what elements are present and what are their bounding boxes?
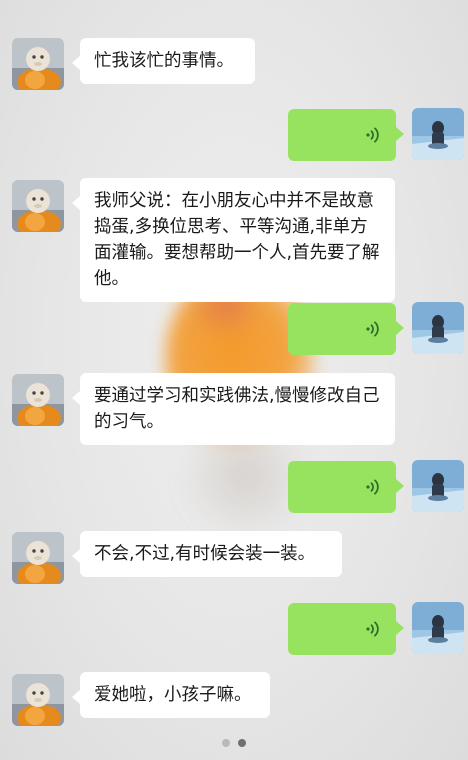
voice-message-bubble[interactable]: [288, 603, 404, 655]
avatar-left[interactable]: [12, 374, 64, 426]
avatar-left[interactable]: [12, 38, 64, 90]
message-text: 不会,不过,有时候会装一装。: [94, 544, 316, 564]
voice-message-bubble[interactable]: [288, 303, 404, 355]
voice-message-bubble[interactable]: [288, 109, 404, 161]
message-text: 要通过学习和实践佛法,慢慢修改自己的习气。: [94, 386, 380, 432]
message-text: 爱她啦，小孩子嘛。: [94, 685, 252, 705]
message-text: 忙我该忙的事情。: [94, 51, 234, 71]
avatar-right[interactable]: [412, 602, 464, 654]
voice-message-bubble[interactable]: [288, 461, 404, 513]
avatar-right[interactable]: [412, 108, 464, 160]
message-bubble-received[interactable]: 我师父说：在小朋友心中并不是故意捣蛋,多换位思考、平等沟通,非单方面灌输。要想帮…: [72, 178, 395, 302]
avatar-right[interactable]: [412, 460, 464, 512]
page-dot[interactable]: [222, 739, 230, 747]
voice-wave-icon: [362, 618, 384, 640]
avatar-left[interactable]: [12, 674, 64, 726]
page-dot-active[interactable]: [238, 739, 246, 747]
voice-wave-icon: [362, 124, 384, 146]
page-indicator[interactable]: [222, 739, 246, 747]
message-bubble-received[interactable]: 忙我该忙的事情。: [72, 38, 255, 84]
voice-wave-icon: [362, 318, 384, 340]
message-bubble-received[interactable]: 爱她啦，小孩子嘛。: [72, 672, 270, 718]
voice-wave-icon: [362, 476, 384, 498]
avatar-left[interactable]: [12, 532, 64, 584]
avatar-left[interactable]: [12, 180, 64, 232]
message-bubble-received[interactable]: 要通过学习和实践佛法,慢慢修改自己的习气。: [72, 373, 395, 445]
message-text: 我师父说：在小朋友心中并不是故意捣蛋,多换位思考、平等沟通,非单方面灌输。要想帮…: [94, 191, 380, 289]
message-bubble-received[interactable]: 不会,不过,有时候会装一装。: [72, 531, 342, 577]
avatar-right[interactable]: [412, 302, 464, 354]
